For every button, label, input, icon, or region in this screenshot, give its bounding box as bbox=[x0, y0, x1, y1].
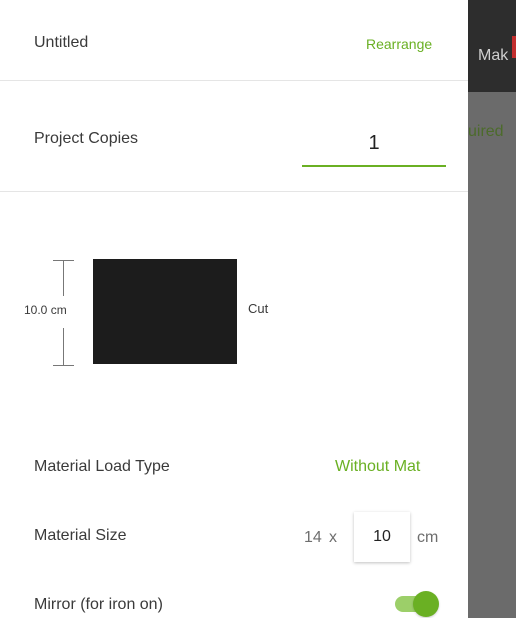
panel-header: Untitled Rearrange bbox=[0, 0, 468, 81]
rearrange-button[interactable]: Rearrange bbox=[366, 36, 432, 52]
make-tab-accent bbox=[512, 36, 516, 58]
project-copies-label: Project Copies bbox=[34, 130, 139, 147]
project-copies-row: Project Copies bbox=[0, 81, 468, 192]
height-dimension-cap-bottom bbox=[53, 365, 74, 366]
app-root: Untitled Rearrange Project Copies 10.0 c… bbox=[0, 0, 516, 618]
material-size-label: Material Size bbox=[34, 527, 127, 544]
material-load-type-selector[interactable]: Without Mat bbox=[335, 458, 420, 476]
project-settings-panel: Untitled Rearrange Project Copies 10.0 c… bbox=[0, 0, 468, 618]
mirror-label: Mirror (for iron on) bbox=[34, 596, 163, 613]
height-dimension-cap-top bbox=[53, 260, 74, 261]
cut-shape-preview bbox=[93, 259, 237, 364]
project-title: Untitled bbox=[34, 34, 89, 51]
material-width-value: 14 bbox=[304, 529, 322, 546]
material-load-type-label: Material Load Type bbox=[34, 458, 170, 475]
mirror-toggle[interactable] bbox=[395, 591, 441, 617]
background-status-text: uired bbox=[468, 123, 504, 140]
material-size-separator: x bbox=[329, 529, 337, 546]
material-size-unit: cm bbox=[417, 529, 439, 546]
project-copies-input[interactable] bbox=[302, 121, 446, 167]
material-height-input[interactable] bbox=[354, 512, 410, 562]
make-tab: Mak bbox=[478, 47, 509, 64]
operation-label: Cut bbox=[248, 301, 269, 316]
dimmed-background[interactable]: Mak uired bbox=[468, 0, 516, 618]
background-top-bar: Mak bbox=[468, 0, 516, 92]
mirror-toggle-thumb bbox=[413, 591, 439, 617]
height-dimension-label: 10.0 cm bbox=[24, 303, 67, 317]
